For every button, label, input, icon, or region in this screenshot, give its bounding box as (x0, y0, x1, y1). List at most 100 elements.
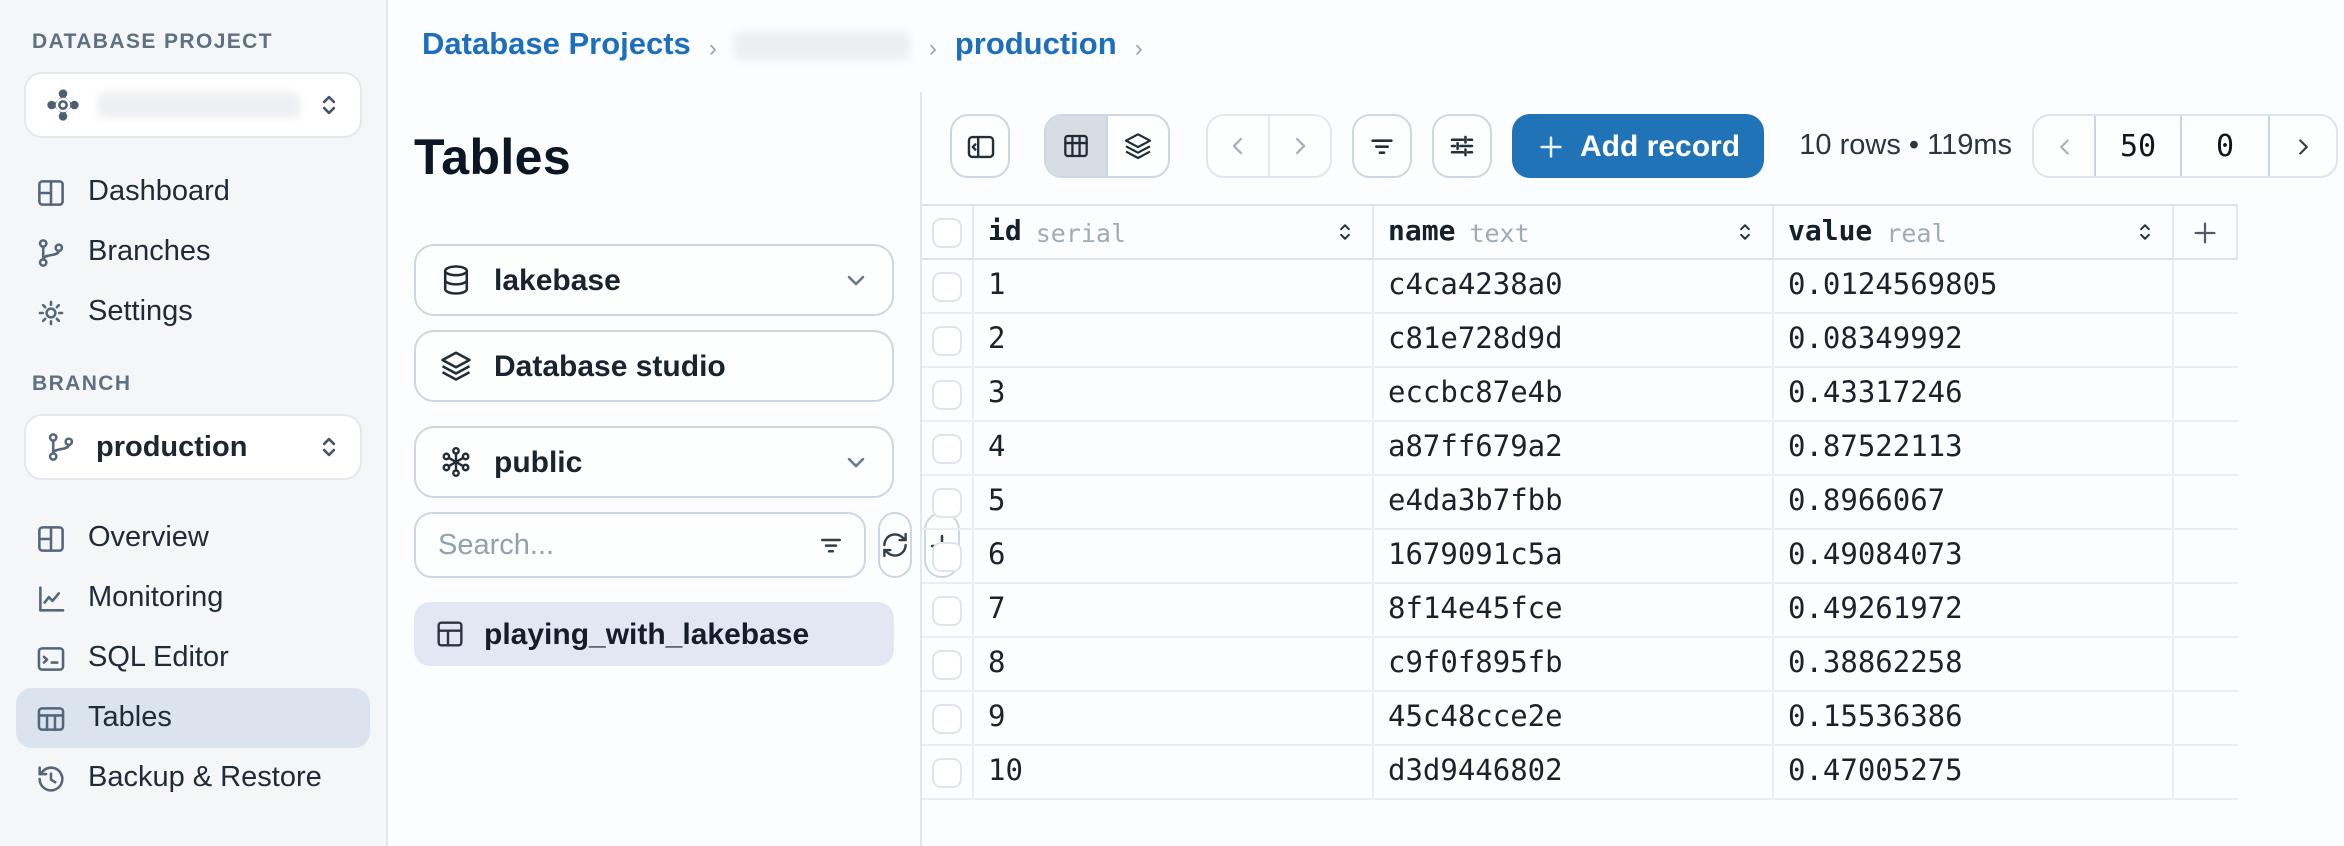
column-header-value[interactable]: value real (1774, 206, 2174, 258)
row-checkbox[interactable] (932, 757, 962, 787)
database-studio-button[interactable]: Database studio (414, 330, 894, 402)
sidebar-item-backup-restore[interactable]: Backup & Restore (16, 748, 370, 808)
page-prev-button[interactable] (2034, 116, 2094, 176)
sidebar-item-label: Backup & Restore (88, 762, 322, 794)
row-checkbox[interactable] (932, 487, 962, 517)
cell-id[interactable]: 7 (974, 584, 1374, 636)
cell-id[interactable]: 2 (974, 314, 1374, 366)
sidebar-item-dashboard[interactable]: Dashboard (16, 162, 370, 222)
table-row: 10 d3d9446802 0.47005275 (922, 746, 2238, 800)
cell-value[interactable]: 0.47005275 (1774, 746, 2174, 798)
table-row: 4 a87ff679a2 0.87522113 (922, 422, 2238, 476)
cell-name[interactable]: 45c48cce2e (1374, 692, 1774, 744)
row-checkbox[interactable] (932, 433, 962, 463)
row-checkbox[interactable] (932, 541, 962, 571)
filter-rows-button[interactable] (1352, 114, 1412, 178)
cell-name[interactable]: c9f0f895fb (1374, 638, 1774, 690)
table-row: 6 1679091c5a 0.49084073 (922, 530, 2238, 584)
cell-value[interactable]: 0.0124569805 (1774, 260, 2174, 312)
sort-icon[interactable] (2132, 218, 2158, 246)
row-checkbox-cell (922, 476, 974, 528)
row-checkbox[interactable] (932, 325, 962, 355)
cell-id[interactable]: 6 (974, 530, 1374, 582)
cell-id[interactable]: 1 (974, 260, 1374, 312)
database-selector-value: lakebase (494, 263, 842, 297)
breadcrumb-project-redacted[interactable] (735, 32, 911, 60)
project-selector[interactable] (24, 72, 362, 138)
chevron-down-icon (842, 266, 870, 294)
column-header-id[interactable]: id serial (974, 206, 1374, 258)
cell-id[interactable]: 5 (974, 476, 1374, 528)
breadcrumb-branch-link[interactable]: production (955, 28, 1117, 64)
select-all-cell (922, 206, 974, 258)
history-back-button[interactable] (1208, 116, 1268, 176)
history-forward-button[interactable] (1270, 116, 1330, 176)
sort-icon[interactable] (1332, 218, 1358, 246)
cell-name[interactable]: d3d9446802 (1374, 746, 1774, 798)
sort-icon[interactable] (1732, 218, 1758, 246)
sidebar-item-overview[interactable]: Overview (16, 508, 370, 568)
cell-value[interactable]: 0.87522113 (1774, 422, 2174, 474)
layers-view-button[interactable] (1106, 116, 1168, 176)
cell-name[interactable]: c4ca4238a0 (1374, 260, 1774, 312)
row-checkbox[interactable] (932, 649, 962, 679)
branch-selector[interactable]: production (24, 414, 362, 480)
cell-id[interactable]: 8 (974, 638, 1374, 690)
grid-view-button[interactable] (1046, 116, 1106, 176)
add-column-button[interactable] (2174, 206, 2238, 258)
table-list-item-playing_with_lakebase[interactable]: playing_with_lakebase (414, 602, 894, 666)
cell-id[interactable]: 9 (974, 692, 1374, 744)
table-search-box[interactable] (414, 512, 866, 578)
column-type: serial (1036, 217, 1126, 247)
cell-name[interactable]: 1679091c5a (1374, 530, 1774, 582)
page-offset-input[interactable]: 0 (2182, 116, 2270, 176)
table-list-item-label: playing_with_lakebase (484, 617, 809, 651)
sidebar-item-label: Dashboard (88, 176, 230, 208)
cell-name[interactable]: a87ff679a2 (1374, 422, 1774, 474)
sidebar-item-monitoring[interactable]: Monitoring (16, 568, 370, 628)
collapse-panel-button[interactable] (950, 114, 1010, 178)
cell-id[interactable]: 4 (974, 422, 1374, 474)
page-next-button[interactable] (2270, 116, 2336, 176)
refresh-tables-button[interactable] (878, 512, 912, 578)
add-record-button[interactable]: Add record (1512, 114, 1764, 178)
history-nav-group (1206, 114, 1332, 178)
column-header-name[interactable]: name text (1374, 206, 1774, 258)
project-nav: Dashboard Branches Setti (0, 162, 386, 342)
cell-id[interactable]: 3 (974, 368, 1374, 420)
row-checkbox[interactable] (932, 271, 962, 301)
table-row: 3 eccbc87e4b 0.43317246 (922, 368, 2238, 422)
sidebar-item-sql-editor[interactable]: SQL Editor (16, 628, 370, 688)
cell-value[interactable]: 0.43317246 (1774, 368, 2174, 420)
cell-name[interactable]: e4da3b7fbb (1374, 476, 1774, 528)
row-checkbox-cell (922, 314, 974, 366)
branch-nav: Overview Monitoring SQL Editor (0, 508, 386, 808)
database-selector[interactable]: lakebase (414, 244, 894, 316)
row-checkbox-cell (922, 638, 974, 690)
cell-name[interactable]: 8f14e45fce (1374, 584, 1774, 636)
cell-value[interactable]: 0.8966067 (1774, 476, 2174, 528)
select-all-checkbox[interactable] (932, 217, 962, 247)
sidebar-item-branches[interactable]: Branches (16, 222, 370, 282)
cell-name[interactable]: eccbc87e4b (1374, 368, 1774, 420)
cell-value[interactable]: 0.38862258 (1774, 638, 2174, 690)
page-size-input[interactable]: 50 (2094, 116, 2182, 176)
cell-value[interactable]: 0.49084073 (1774, 530, 2174, 582)
cell-value[interactable]: 0.08349992 (1774, 314, 2174, 366)
view-mode-switch (1044, 114, 1170, 178)
row-checkbox[interactable] (932, 703, 962, 733)
pagination: 50 0 (2032, 114, 2338, 178)
cell-id[interactable]: 10 (974, 746, 1374, 798)
sidebar-item-tables[interactable]: Tables (16, 688, 370, 748)
search-input[interactable] (434, 527, 816, 563)
sliders-settings-button[interactable] (1432, 114, 1492, 178)
row-checkbox[interactable] (932, 379, 962, 409)
row-checkbox[interactable] (932, 595, 962, 625)
add-record-label: Add record (1580, 129, 1740, 163)
sidebar-item-settings[interactable]: Settings (16, 282, 370, 342)
breadcrumb-root-link[interactable]: Database Projects (422, 28, 691, 64)
cell-value[interactable]: 0.15536386 (1774, 692, 2174, 744)
cell-name[interactable]: c81e728d9d (1374, 314, 1774, 366)
cell-value[interactable]: 0.49261972 (1774, 584, 2174, 636)
schema-selector[interactable]: public (414, 426, 894, 498)
